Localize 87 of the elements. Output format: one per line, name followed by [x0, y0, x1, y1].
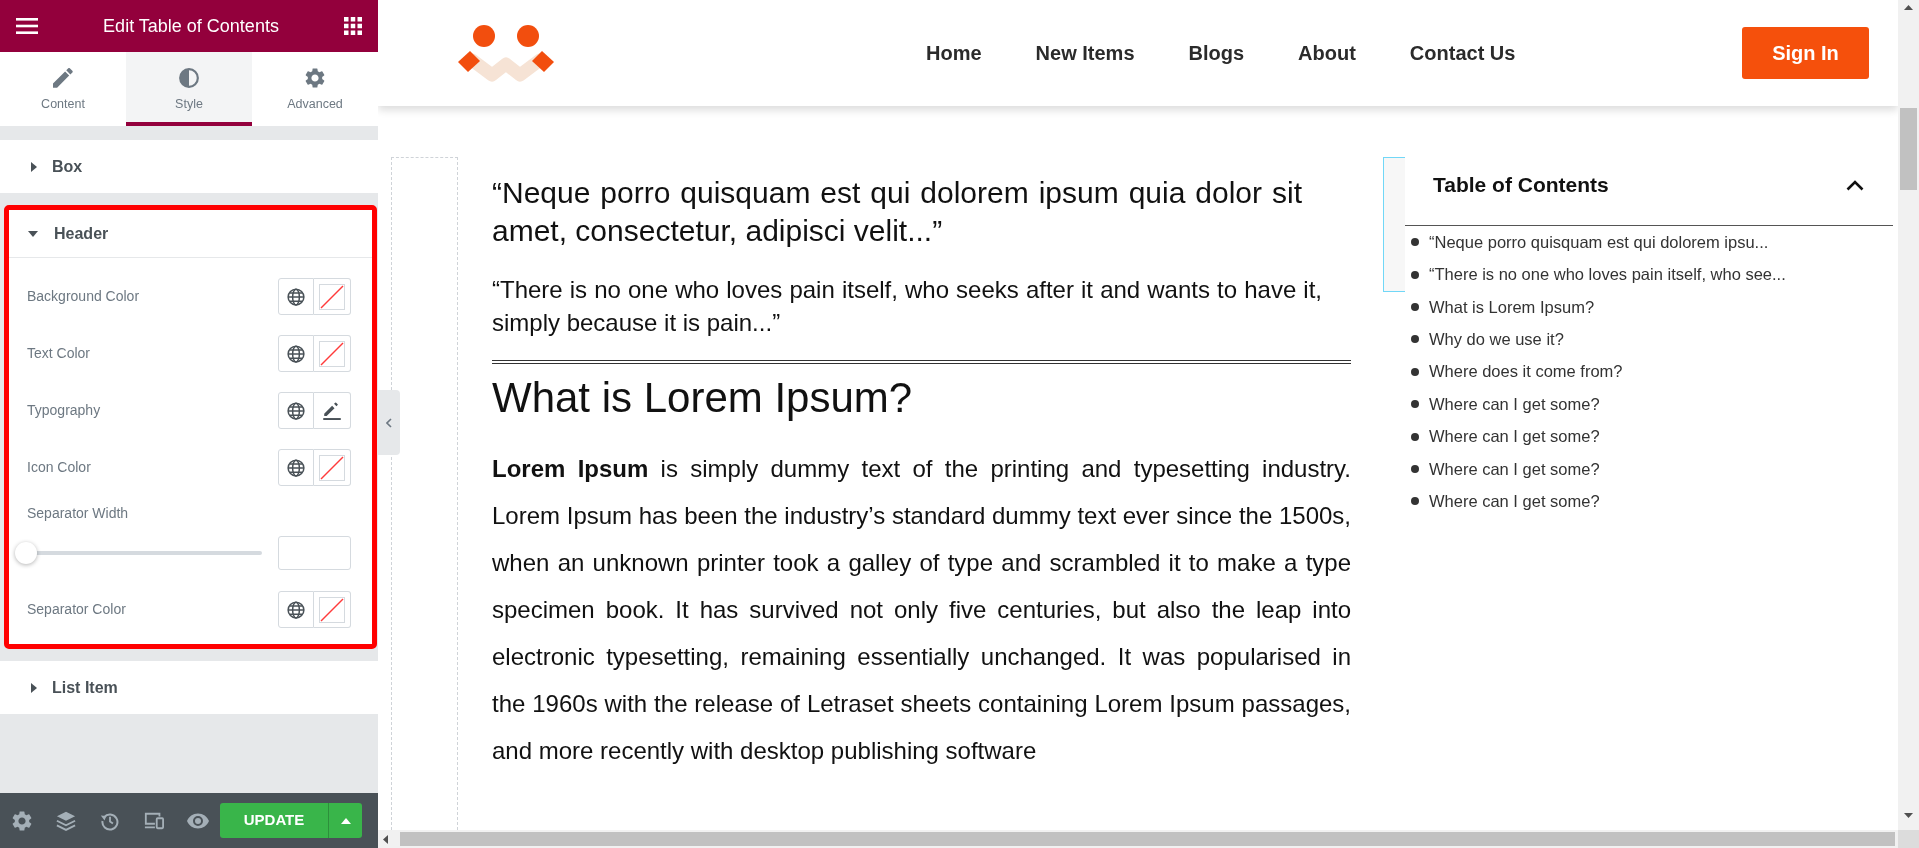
nav-link[interactable]: Contact Us	[1409, 38, 1516, 68]
scrollbar-thumb[interactable]	[1900, 108, 1917, 190]
scroll-down-arrow-icon[interactable]	[1904, 813, 1913, 818]
control-label: Background Color	[27, 287, 140, 306]
nav-link[interactable]: About	[1298, 38, 1356, 68]
toc-link[interactable]: Where can I get some?	[1429, 456, 1600, 482]
global-settings-button[interactable]	[278, 591, 314, 628]
bullet-icon	[1411, 400, 1419, 409]
globe-icon	[287, 401, 305, 420]
toc-link[interactable]: “There is no one who loves pain itself, who see...	[1429, 262, 1786, 287]
control-label: Separator Color	[27, 600, 126, 619]
control-label: Text Color	[27, 344, 91, 363]
global-settings-button[interactable]	[278, 335, 314, 372]
bullet-icon	[1411, 367, 1419, 376]
caret-up-icon	[340, 817, 351, 824]
bullet-icon	[1411, 302, 1419, 311]
control-label: Separator Width	[27, 504, 130, 523]
slider-thumb[interactable]	[15, 542, 37, 564]
global-settings-button[interactable]	[278, 392, 314, 429]
article-heading: What is Lorem Ipsum?	[492, 373, 914, 423]
bullet-icon	[1411, 335, 1419, 344]
globe-icon	[287, 287, 305, 306]
control-label: Typography	[27, 401, 101, 420]
vertical-scrollbar[interactable]	[1898, 0, 1919, 830]
bullet-icon	[1411, 497, 1419, 506]
menu-icon[interactable]	[16, 18, 38, 34]
bullet-icon	[1411, 238, 1419, 247]
color-picker-button[interactable]	[314, 335, 351, 372]
pencil-icon	[53, 68, 73, 88]
toc-link[interactable]: “Neque porro quisquam est qui dolorem ipsu...	[1429, 229, 1769, 255]
gear-icon[interactable]	[12, 810, 32, 831]
bullet-icon	[1411, 432, 1419, 441]
scrollbar-thumb[interactable]	[400, 832, 1895, 846]
toc-link[interactable]: Where can I get some?	[1429, 424, 1600, 449]
edit-button[interactable]	[314, 392, 351, 429]
toc-link[interactable]: Where can I get some?	[1429, 391, 1600, 417]
toc-link[interactable]: What is Lorem Ipsum?	[1429, 294, 1595, 320]
article-paragraph: Lorem Ipsum is simply dummy text of the printing and typesetting industry. Lorem Ipsum has been the industry’s standard dummy text ever since the 1500s, when an unknown printer took a galley of type and scrambled it to make a type specimen book. It has survived not only five centuries, but also the leap into electronic typesetting, remaining essentially unchanged. It was popularised in the 1960s with the release of Letraset sheets containing Lorem Ipsum passages, and more recently with desktop publishing software	[492, 454, 1351, 766]
layers-icon[interactable]	[56, 810, 76, 831]
color-picker-button[interactable]	[314, 449, 351, 486]
global-settings-button[interactable]	[278, 449, 314, 486]
scroll-left-arrow-icon[interactable]	[383, 834, 388, 844]
toc-title: Table of Contents	[1433, 172, 1609, 199]
globe-icon	[287, 344, 305, 363]
quote-text: “There is no one who loves pain itself, who seeks after it and wants to have it, simply because it is pain...”	[492, 275, 1322, 338]
panel-title: Edit Table of Contents	[103, 14, 279, 38]
half-circle-icon	[179, 68, 199, 88]
empty-color-swatch-icon	[319, 596, 345, 623]
apps-grid-icon[interactable]	[344, 17, 362, 35]
section-header[interactable]: Header	[9, 210, 372, 258]
pencil-icon	[323, 401, 341, 420]
slider-track[interactable]	[15, 542, 262, 564]
eye-icon[interactable]	[187, 812, 209, 829]
toc-link[interactable]: Where can I get some?	[1429, 488, 1600, 514]
chevron-left-icon	[386, 417, 392, 428]
globe-icon	[287, 458, 305, 477]
nav-link[interactable]: Home	[926, 38, 982, 68]
section-header[interactable]: List Item	[0, 661, 378, 714]
panel-tab[interactable]: Advanced	[252, 52, 378, 126]
panel-collapse-handle[interactable]	[378, 390, 400, 455]
horizontal-scrollbar[interactable]	[378, 830, 1898, 848]
color-picker-button[interactable]	[314, 278, 351, 315]
publish-options-button[interactable]	[328, 803, 362, 838]
global-settings-button[interactable]	[278, 278, 314, 315]
chevron-up-icon[interactable]	[1846, 179, 1864, 191]
bullet-icon	[1411, 464, 1419, 473]
empty-color-swatch-icon	[319, 283, 345, 310]
empty-color-swatch-icon	[319, 454, 345, 481]
globe-icon	[287, 600, 305, 619]
responsive-devices-icon[interactable]	[144, 810, 164, 831]
scroll-up-arrow-icon[interactable]	[1904, 5, 1913, 10]
nav-link[interactable]: New Items	[1035, 38, 1135, 68]
empty-color-swatch-icon	[319, 340, 345, 367]
nav-link[interactable]: Blogs	[1188, 38, 1245, 68]
scrollbar-corner	[1898, 830, 1919, 848]
panel-tab[interactable]: Content	[0, 52, 126, 126]
control-label: Icon Color	[27, 458, 91, 477]
lead-quote: “Neque porro quisquam est qui dolorem ipsum quia dolor sit amet, consectetur, adipisci velit...”	[492, 175, 1302, 249]
toc-link[interactable]: Where does it come from?	[1429, 359, 1623, 385]
gear-icon	[305, 68, 325, 88]
section-header[interactable]: Box	[0, 140, 378, 193]
number-input-field[interactable]	[278, 536, 351, 570]
toc-link[interactable]: Why do we use it?	[1429, 327, 1564, 352]
color-picker-button[interactable]	[314, 591, 351, 628]
bullet-icon	[1411, 270, 1419, 279]
panel-tab[interactable]: Style	[126, 52, 252, 126]
site-logo[interactable]	[458, 24, 554, 82]
